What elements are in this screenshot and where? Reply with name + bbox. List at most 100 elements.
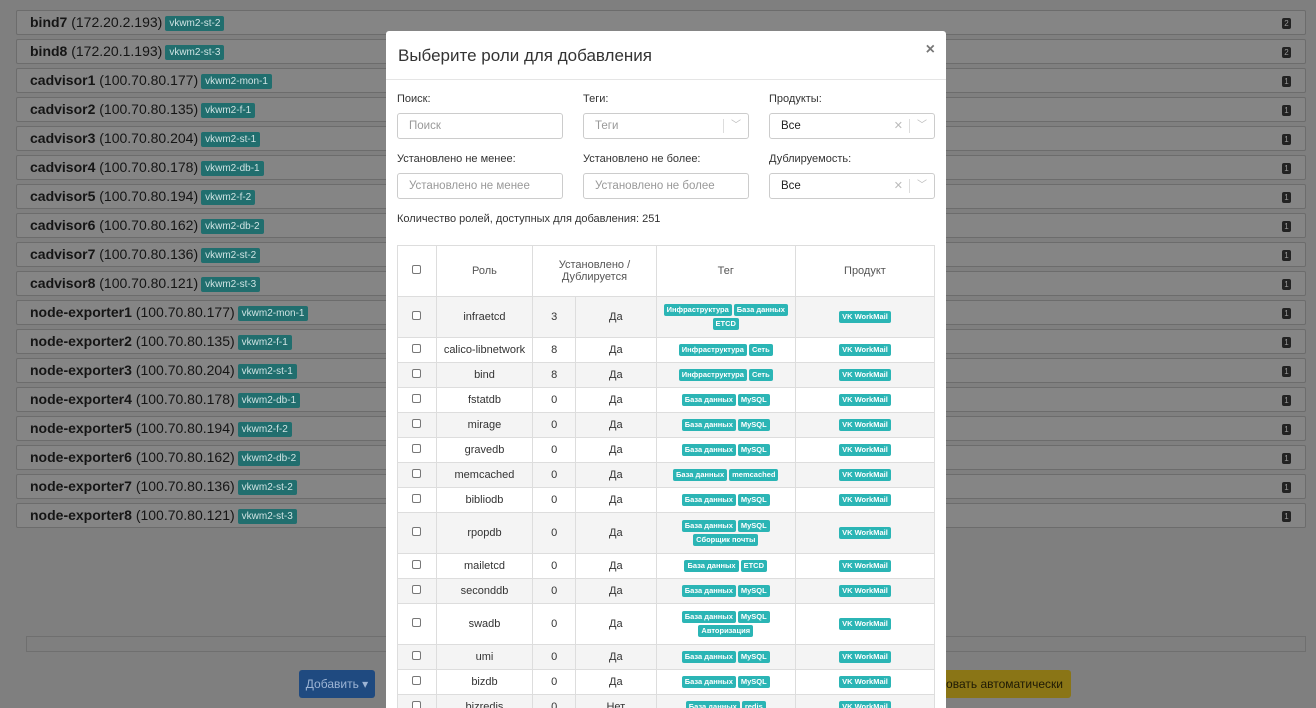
clear-icon[interactable]: ✕ — [888, 114, 909, 138]
role-tag: База данных — [673, 469, 728, 481]
row-checkbox[interactable] — [412, 311, 422, 320]
product-cell: VK WorkMail — [794, 462, 936, 488]
server-name: bind8 — [30, 43, 68, 59]
installed-count: 0 — [532, 694, 577, 708]
table-row[interactable]: seconddb 0 Да База данных MySQL VK WorkMail — [397, 578, 936, 604]
server-tag: vkwm2-st-2 — [237, 480, 297, 495]
server-tag: vkwm2-st-1 — [237, 364, 297, 379]
role-name: swadb — [435, 603, 534, 645]
row-checkbox-cell[interactable] — [397, 437, 437, 463]
close-icon[interactable]: × — [926, 41, 935, 59]
row-checkbox[interactable] — [412, 676, 422, 685]
row-checkbox-cell[interactable] — [397, 669, 437, 695]
table-row[interactable]: fstatdb 0 Да База данных MySQL VK WorkMail — [397, 387, 936, 413]
server-count-badge: 1 — [1282, 221, 1291, 232]
row-checkbox-cell[interactable] — [397, 462, 437, 488]
header-installed[interactable]: Установлено / Дублируется — [532, 245, 657, 297]
table-row[interactable]: infraetcd 3 Да Инфраструктура База данных ETC… — [397, 296, 936, 338]
server-tag: vkwm2-f-2 — [201, 190, 256, 205]
row-checkbox-cell[interactable] — [397, 362, 437, 388]
products-select[interactable]: Все ✕ ﹀ — [769, 113, 935, 139]
duplicable: Да — [575, 669, 657, 695]
table-row[interactable]: rpopdb 0 Да База данных MySQL Сборщик почты VK… — [397, 512, 936, 554]
row-checkbox[interactable] — [412, 527, 422, 536]
tags-cell: Инфраструктура Сеть — [655, 337, 796, 363]
row-checkbox-cell[interactable] — [397, 512, 437, 554]
product-badge: VK WorkMail — [839, 311, 891, 323]
row-checkbox-cell[interactable] — [397, 412, 437, 438]
row-checkbox-cell[interactable] — [397, 553, 437, 579]
role-name: calico-libnetwork — [435, 337, 534, 363]
chevron-down-icon[interactable]: ﹀ — [724, 114, 748, 138]
table-row[interactable]: bizredis 0 Нет База данных redis VK WorkMail — [397, 694, 936, 708]
row-checkbox[interactable] — [412, 494, 422, 503]
server-row-label: node-exporter3 (100.70.80.204) vkwm2-st-1 — [30, 362, 297, 379]
role-tag: MySQL — [737, 394, 770, 406]
roles-modal: Выберите роли для добавления × Поиск: По… — [386, 31, 946, 708]
table-row[interactable]: bizdb 0 Да База данных MySQL VK WorkMail — [397, 669, 936, 695]
table-row[interactable]: mailetcd 0 Да База данных ETCD VK WorkMail — [397, 553, 936, 579]
add-button[interactable]: Добавить ▾ — [299, 670, 375, 698]
select-all-checkbox[interactable] — [412, 265, 422, 274]
chevron-down-icon[interactable]: ﹀ — [910, 114, 934, 138]
table-row[interactable]: bibliodb 0 Да База данных MySQL VK WorkMail — [397, 487, 936, 513]
row-checkbox[interactable] — [412, 585, 422, 594]
row-checkbox-cell[interactable] — [397, 296, 437, 338]
row-checkbox[interactable] — [412, 651, 422, 660]
header-role[interactable]: Роль — [435, 245, 534, 297]
product-badge: VK WorkMail — [839, 585, 891, 597]
table-row[interactable]: bind 8 Да Инфраструктура Сеть VK WorkMail — [397, 362, 936, 388]
table-row[interactable]: calico-libnetwork 8 Да Инфраструктура Сеть VK… — [397, 337, 936, 363]
role-tag: База данных — [681, 611, 736, 623]
duplicable: Да — [575, 387, 657, 413]
row-checkbox[interactable] — [412, 344, 422, 353]
server-count-badge: 1 — [1282, 250, 1291, 261]
product-cell: VK WorkMail — [794, 644, 936, 670]
row-checkbox[interactable] — [412, 701, 422, 708]
duplication-select[interactable]: Все ✕ ﹀ — [769, 173, 935, 199]
max-installed-input[interactable]: Установлено не более — [583, 173, 749, 199]
duplicable: Да — [575, 412, 657, 438]
header-tag[interactable]: Тег — [655, 245, 796, 297]
min-installed-input[interactable]: Установлено не менее — [397, 173, 563, 199]
role-tag: База данных — [681, 394, 736, 406]
chevron-down-icon[interactable]: ﹀ — [910, 174, 934, 198]
row-checkbox-cell[interactable] — [397, 487, 437, 513]
row-checkbox[interactable] — [412, 369, 422, 378]
table-row[interactable]: umi 0 Да База данных MySQL VK WorkMail — [397, 644, 936, 670]
auto-distribute-button[interactable]: ровать автоматически — [930, 670, 1071, 698]
clear-icon[interactable]: ✕ — [888, 174, 909, 198]
server-row-label: cadvisor7 (100.70.80.136) vkwm2-st-2 — [30, 246, 261, 263]
server-name: node-exporter8 — [30, 507, 132, 523]
row-checkbox-cell[interactable] — [397, 644, 437, 670]
search-input[interactable]: Поиск — [397, 113, 563, 139]
row-checkbox[interactable] — [412, 419, 422, 428]
installed-count: 0 — [532, 437, 577, 463]
product-badge: VK WorkMail — [839, 419, 891, 431]
row-checkbox-cell[interactable] — [397, 578, 437, 604]
table-row[interactable]: memcached 0 Да База данных memcached VK WorkM… — [397, 462, 936, 488]
server-row-label: node-exporter8 (100.70.80.121) vkwm2-st-3 — [30, 507, 297, 524]
row-checkbox[interactable] — [412, 560, 422, 569]
row-checkbox[interactable] — [412, 394, 422, 403]
row-checkbox-cell[interactable] — [397, 603, 437, 645]
row-checkbox[interactable] — [412, 444, 422, 453]
table-row[interactable]: mirage 0 Да База данных MySQL VK WorkMail — [397, 412, 936, 438]
server-row-label: cadvisor3 (100.70.80.204) vkwm2-st-1 — [30, 130, 261, 147]
row-checkbox[interactable] — [412, 618, 422, 627]
server-count-badge: 2 — [1282, 47, 1291, 58]
select-all-checkbox-cell[interactable] — [397, 245, 437, 297]
server-name: node-exporter3 — [30, 362, 132, 378]
server-tag: vkwm2-st-1 — [201, 132, 261, 147]
row-checkbox[interactable] — [412, 469, 422, 478]
table-row[interactable]: swadb 0 Да База данных MySQL Авторизация VK Wo… — [397, 603, 936, 645]
row-checkbox-cell[interactable] — [397, 387, 437, 413]
row-checkbox-cell[interactable] — [397, 694, 437, 708]
duplicable: Да — [575, 578, 657, 604]
tags-select[interactable]: Теги ﹀ — [583, 113, 749, 139]
table-row[interactable]: gravedb 0 Да База данных MySQL VK WorkMail — [397, 437, 936, 463]
header-product[interactable]: Продукт — [794, 245, 936, 297]
row-checkbox-cell[interactable] — [397, 337, 437, 363]
modal-title: Выберите роли для добавления — [398, 46, 653, 65]
role-name: bind — [435, 362, 534, 388]
